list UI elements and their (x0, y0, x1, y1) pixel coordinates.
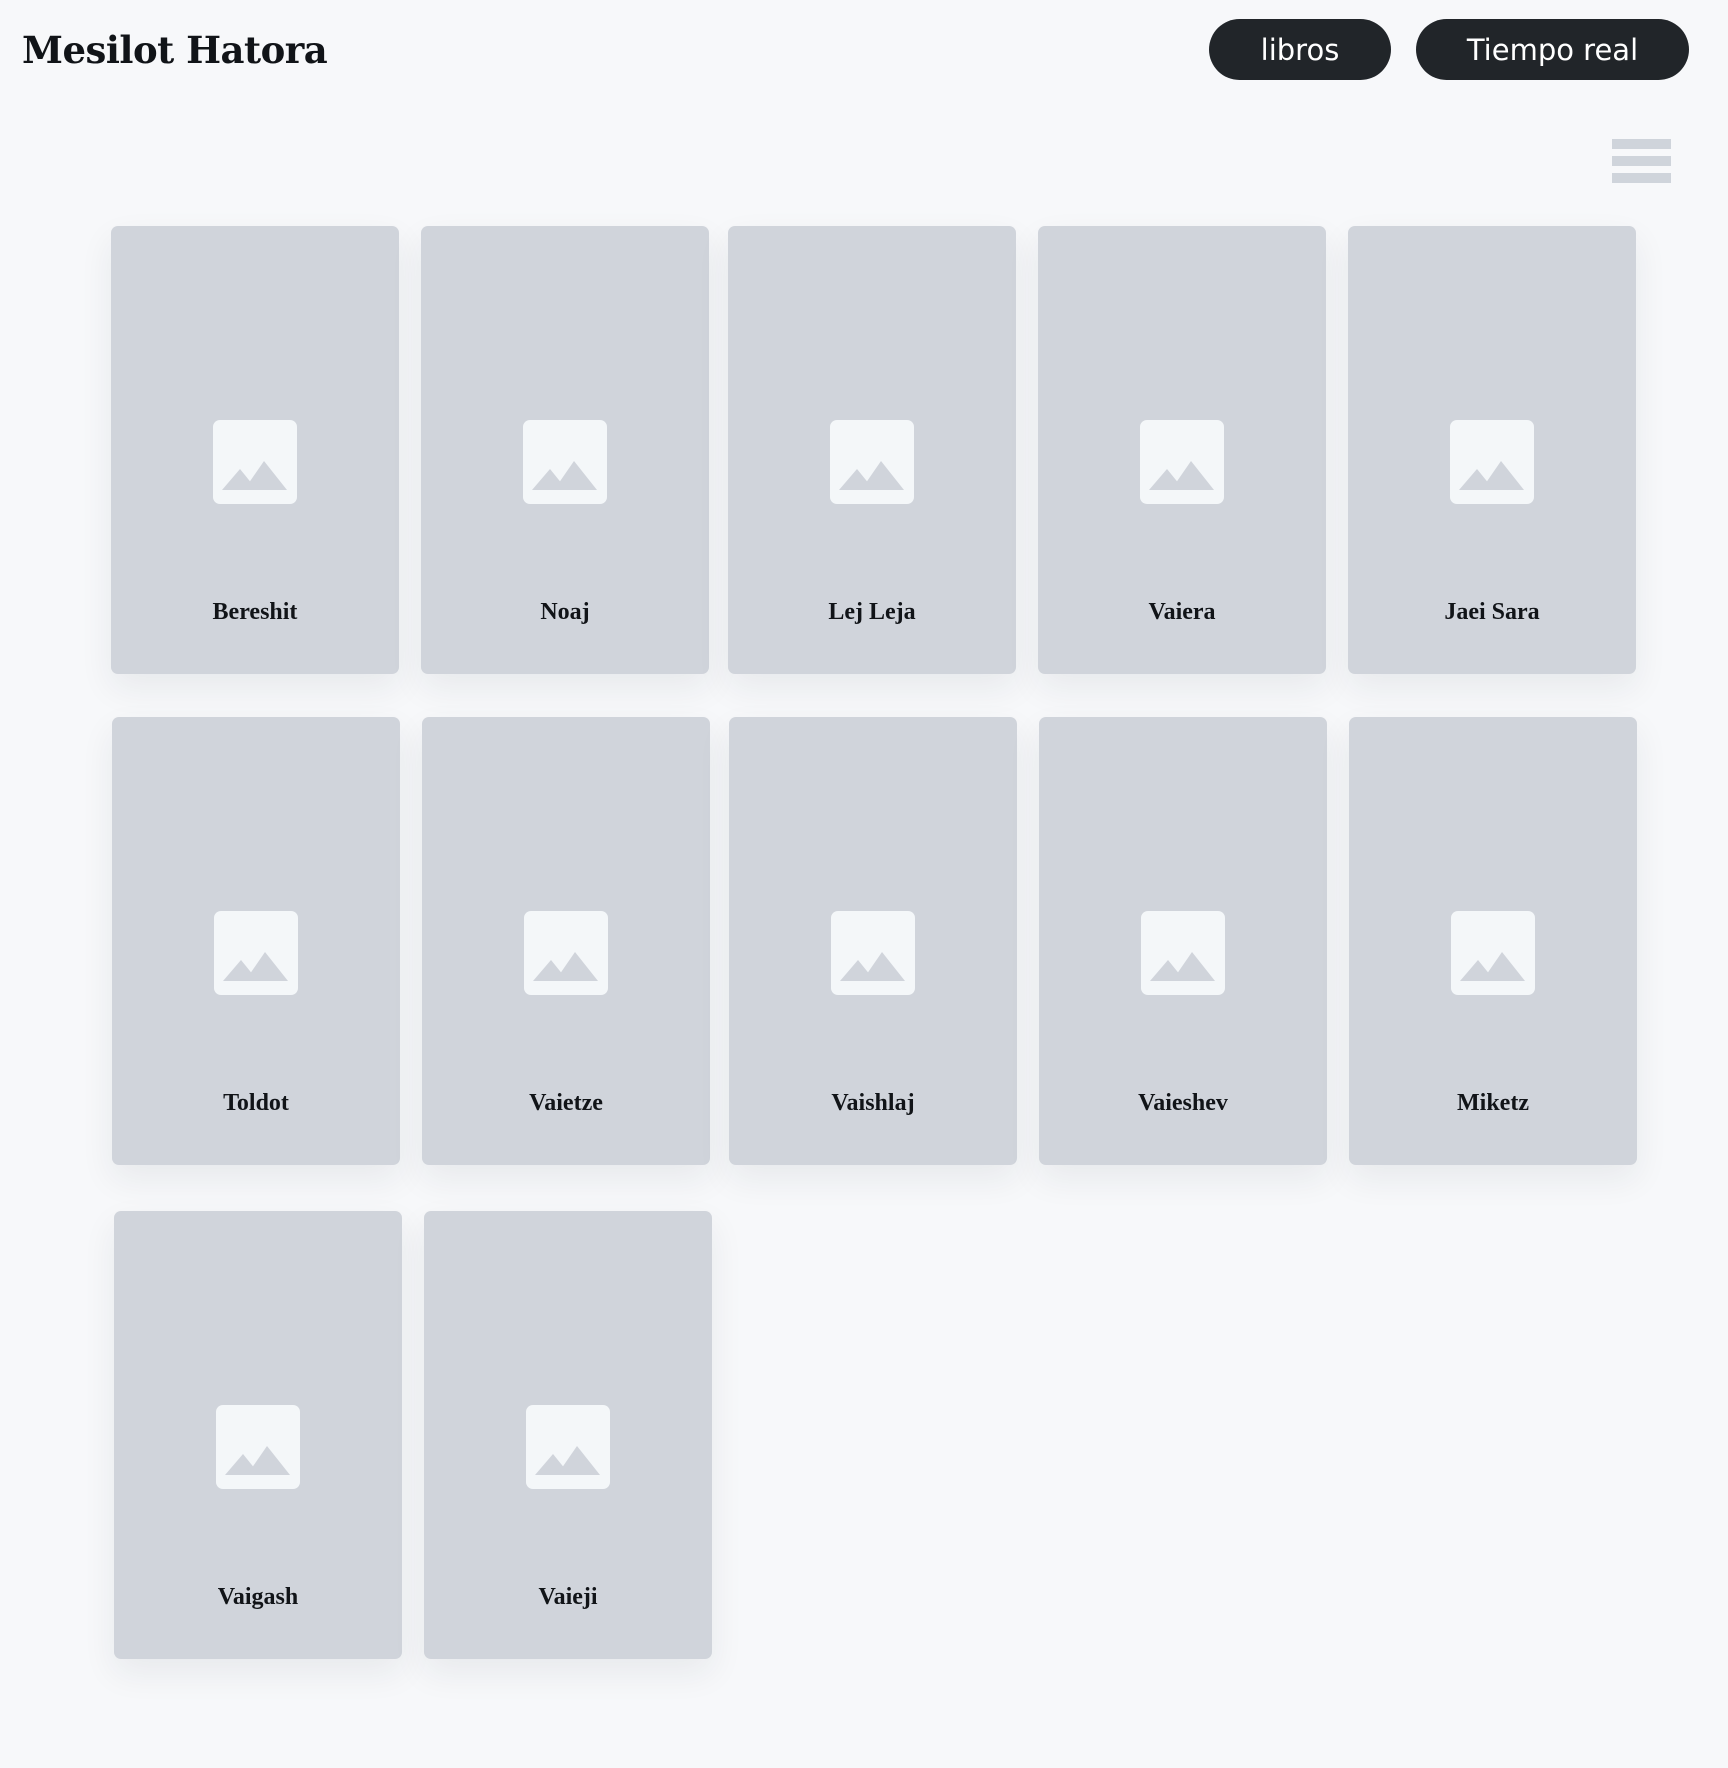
hamburger-menu-icon[interactable] (1612, 139, 1671, 183)
card-label: Vaieshev (1138, 1090, 1228, 1116)
card-label: Vaietze (529, 1090, 603, 1116)
image-placeholder-icon (1451, 911, 1535, 995)
parasha-grid: Bereshit Noaj Lej Leja Vaiera Jaei Sara … (0, 0, 1728, 1768)
card-label: Vaiera (1148, 599, 1216, 625)
card-label: Miketz (1457, 1090, 1529, 1116)
parasha-card-toldot[interactable]: Toldot (112, 717, 400, 1165)
image-placeholder-icon (1140, 420, 1224, 504)
card-label: Vaigash (217, 1584, 299, 1610)
parasha-card-vaieshev[interactable]: Vaieshev (1039, 717, 1327, 1165)
parasha-card-vaishlaj[interactable]: Vaishlaj (729, 717, 1017, 1165)
parasha-card-noaj[interactable]: Noaj (421, 226, 709, 674)
image-placeholder-icon (1141, 911, 1225, 995)
image-placeholder-icon (526, 1405, 610, 1489)
site-header: Mesilot Hatora libros Tiempo real (0, 0, 1728, 100)
image-placeholder-icon (216, 1405, 300, 1489)
parasha-card-lej-leja[interactable]: Lej Leja (728, 226, 1016, 674)
image-placeholder-icon (523, 420, 607, 504)
card-label: Vaishlaj (831, 1090, 915, 1116)
libros-button[interactable]: libros (1209, 19, 1391, 80)
card-label: Vaieji (538, 1584, 598, 1610)
parasha-card-vaigash[interactable]: Vaigash (114, 1211, 402, 1659)
image-placeholder-icon (213, 420, 297, 504)
card-label: Lej Leja (828, 599, 916, 625)
site-title[interactable]: Mesilot Hatora (22, 22, 328, 78)
card-label: Bereshit (212, 599, 298, 625)
menu-bar (1612, 173, 1671, 183)
tiempo-real-button[interactable]: Tiempo real (1416, 19, 1689, 80)
image-placeholder-icon (524, 911, 608, 995)
image-placeholder-icon (214, 911, 298, 995)
parasha-card-jaei-sara[interactable]: Jaei Sara (1348, 226, 1636, 674)
card-label: Noaj (540, 599, 590, 625)
image-placeholder-icon (1450, 420, 1534, 504)
parasha-card-miketz[interactable]: Miketz (1349, 717, 1637, 1165)
menu-bar (1612, 156, 1671, 166)
card-label: Jaei Sara (1444, 599, 1540, 625)
parasha-card-vaiera[interactable]: Vaiera (1038, 226, 1326, 674)
parasha-card-vaieji[interactable]: Vaieji (424, 1211, 712, 1659)
menu-bar (1612, 139, 1671, 149)
parasha-card-bereshit[interactable]: Bereshit (111, 226, 399, 674)
card-label: Toldot (223, 1090, 289, 1116)
parasha-card-vaietze[interactable]: Vaietze (422, 717, 710, 1165)
image-placeholder-icon (831, 911, 915, 995)
image-placeholder-icon (830, 420, 914, 504)
